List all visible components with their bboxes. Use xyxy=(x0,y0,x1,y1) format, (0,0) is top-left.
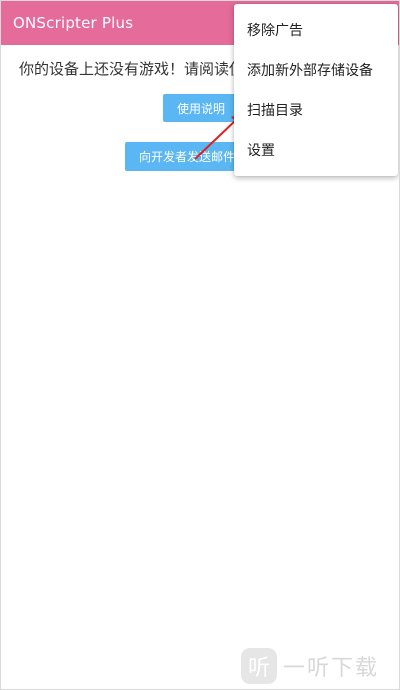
menu-item-scan-directory[interactable]: 扫描目录 xyxy=(234,90,398,130)
menu-item-settings[interactable]: 设置 xyxy=(234,130,398,170)
watermark: 听 一听下载 xyxy=(241,646,399,686)
menu-item-add-external-storage[interactable]: 添加新外部存储设备 xyxy=(234,50,398,90)
manual-button[interactable]: 使用说明 xyxy=(163,94,239,122)
menu-item-remove-ads[interactable]: 移除广告 xyxy=(234,10,398,50)
app-title: ONScripter Plus xyxy=(13,14,134,32)
app-window: ONScripter Plus 你的设备上还没有游戏！请阅读使用说明 使用说明 … xyxy=(0,0,400,690)
watermark-text: 一听下载 xyxy=(283,656,380,681)
watermark-logo-icon: 听 xyxy=(241,648,277,684)
overflow-menu: 移除广告 添加新外部存储设备 扫描目录 设置 xyxy=(234,4,398,176)
